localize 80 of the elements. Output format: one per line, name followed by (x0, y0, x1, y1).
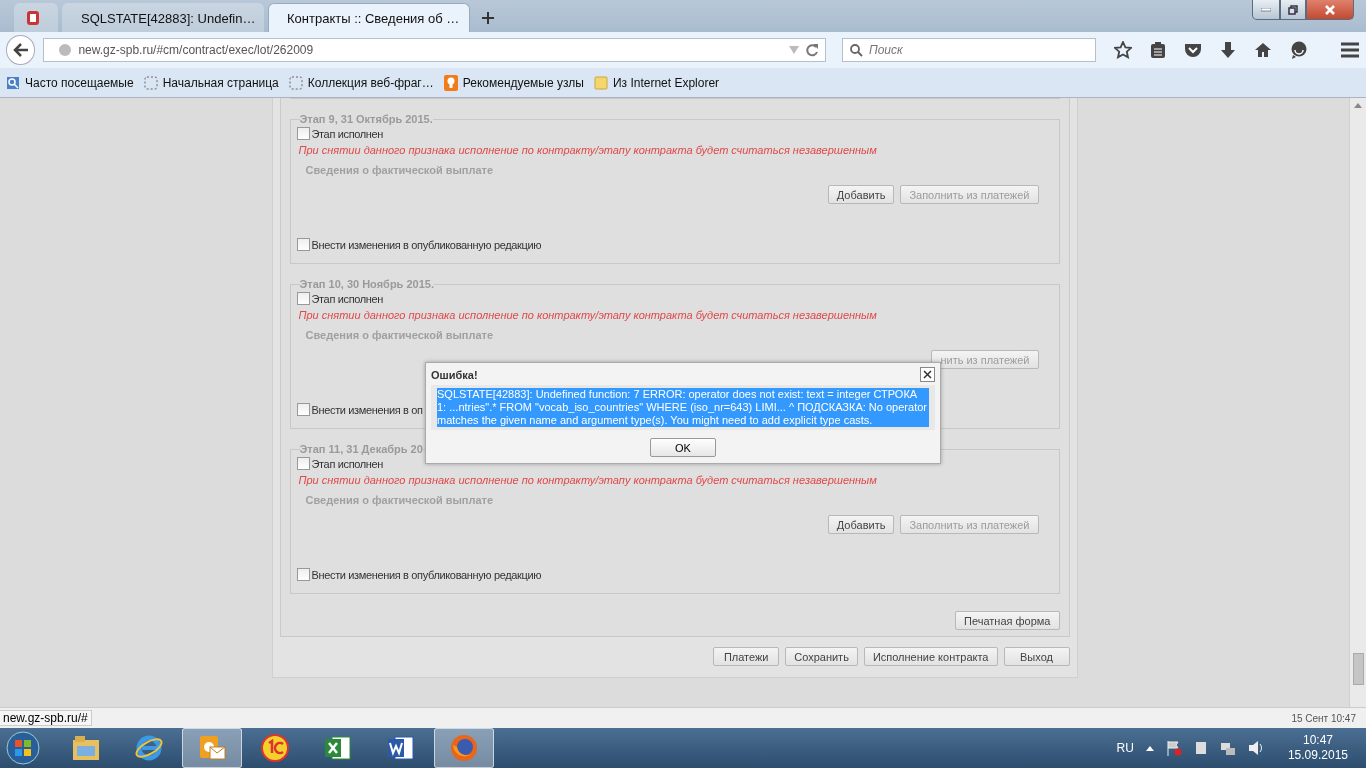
blank-page-icon (143, 75, 158, 90)
status-url: new.gz-spb.ru/# (0, 710, 92, 726)
bookmark-item[interactable]: Рекомендуемые узлы (443, 74, 584, 91)
speaker-icon[interactable] (1247, 740, 1264, 756)
home-icon[interactable] (1254, 42, 1272, 58)
done-checkbox[interactable]: Этап исполнен (296, 127, 1051, 140)
clock[interactable]: 10:47 15.09.2015 (1287, 733, 1348, 763)
stage-title: Этап 10, 30 Ноябрь 2015. (299, 278, 434, 290)
section-label: Сведения о фактической выплате (305, 494, 495, 506)
search-icon (6, 75, 20, 90)
back-button[interactable] (6, 35, 36, 65)
menu-icon[interactable] (1340, 42, 1360, 58)
search-icon (849, 43, 863, 57)
close-icon (1325, 4, 1335, 15)
fox-globe-icon (449, 733, 479, 763)
lightbulb-icon (443, 74, 458, 91)
ok-button[interactable]: OK (650, 438, 716, 457)
scroll-up-icon[interactable] (1354, 102, 1362, 110)
browser-e-icon (134, 733, 164, 763)
bookmark-item[interactable]: Часто посещаемые (6, 75, 134, 90)
close-button[interactable] (920, 367, 935, 382)
section-label: Сведения о фактической выплате (305, 164, 495, 176)
warning-text: При снятии данного признака исполнение по контракту/этапу контракта будет считаться незавершенным (298, 144, 878, 156)
timestamp: 15 Сент 10:47 (1291, 712, 1357, 724)
scrollbar[interactable] (1349, 98, 1366, 707)
stage-button[interactable]: Добавить (827, 515, 895, 534)
amend-checkbox[interactable]: Внести изменения в опубликованную редакцию (296, 568, 1051, 581)
device-icon[interactable] (1193, 740, 1208, 756)
close-button[interactable] (1306, 0, 1354, 20)
bookmark-item[interactable]: Из Internet Explorer (593, 75, 720, 90)
action-button[interactable]: Выход (1003, 647, 1070, 666)
folder-icon (593, 75, 608, 90)
language-indicator[interactable]: RU (1116, 741, 1134, 755)
warning-text: При снятии данного признака исполнение по контракту/этапу контракта будет считаться незавершенным (298, 474, 878, 486)
taskbar-app[interactable] (434, 728, 494, 768)
stage-button[interactable]: Добавить (827, 185, 895, 204)
new-tab-icon[interactable] (482, 12, 494, 24)
restore-icon (1288, 4, 1298, 15)
section-label: Сведения о фактической выплате (305, 329, 495, 341)
restore-button[interactable] (1280, 0, 1306, 20)
download-icon[interactable] (1220, 41, 1236, 59)
minimize-icon (1261, 7, 1271, 12)
shield-icon (25, 10, 41, 26)
minimize-button[interactable] (1252, 0, 1280, 20)
browser-tab[interactable]: SQLSTATE[42883]: Undefin… (62, 3, 264, 32)
network-icon[interactable] (1219, 740, 1236, 756)
chevron-up-icon[interactable] (1145, 745, 1154, 751)
done-checkbox[interactable]: Этап исполнен (296, 292, 1051, 305)
blank-page-icon (288, 75, 303, 90)
stage-title: Этап 9, 31 Октябрь 2015. (299, 113, 433, 125)
start-button[interactable] (6, 731, 40, 765)
print-form-button[interactable]: Печатная форма (955, 611, 1060, 630)
action-button[interactable]: Сохранить (785, 647, 858, 666)
flag-icon[interactable] (1165, 740, 1182, 756)
address-field[interactable]: new.gz-spb.ru/#cm/contract/exec/lot/262009 (43, 38, 826, 62)
amend-checkbox[interactable]: Внести изменения в опубликованную редакцию (296, 238, 1051, 251)
browser-tab[interactable]: Контракты :: Сведения об … (268, 3, 470, 32)
onec-logo-icon (260, 733, 290, 763)
mail-clock-icon (197, 733, 227, 763)
stage-title: Этап 11, 31 Декабрь 20 (299, 443, 423, 455)
folder-icon (71, 734, 101, 762)
scroll-thumb[interactable] (1352, 653, 1364, 685)
warning-text: При снятии данного признака исполнение по контракту/этапу контракта будет считаться незавершенным (298, 309, 878, 321)
reload-icon[interactable] (805, 43, 819, 57)
star-icon[interactable] (1114, 41, 1132, 59)
bookmark-item[interactable]: Начальная страница (143, 75, 279, 90)
error-message: SQLSTATE[42883]: Undefined function: 7 ERROR: operator does not exist: text = integer СТРОКА 1: ...ntries".* FROM "vocab_iso_countries" WHERE (iso_nr=643) LIMI... ^ ПОДСКАЗКА: No operator matches the given name and argument type(s). You might need to add explicit type casts. (437, 388, 929, 427)
action-button[interactable]: Исполнение контракта (863, 647, 998, 666)
document-w-icon (386, 733, 416, 763)
bookmark-item[interactable]: Коллекция веб-фраг… (288, 75, 434, 90)
action-button[interactable]: Платежи (713, 647, 780, 666)
pocket-icon[interactable] (1184, 42, 1202, 58)
back-arrow-icon (12, 43, 29, 57)
clipboard-list-icon[interactable] (1150, 41, 1166, 59)
done-checkbox[interactable]: Этап исполнен (296, 457, 1051, 470)
dialog-title: Ошибка! (431, 368, 478, 381)
search-field[interactable]: Поиск (842, 38, 1096, 62)
spreadsheet-icon (323, 733, 353, 763)
browser-tab[interactable] (14, 3, 58, 32)
chat-smiley-icon[interactable] (1290, 41, 1308, 59)
